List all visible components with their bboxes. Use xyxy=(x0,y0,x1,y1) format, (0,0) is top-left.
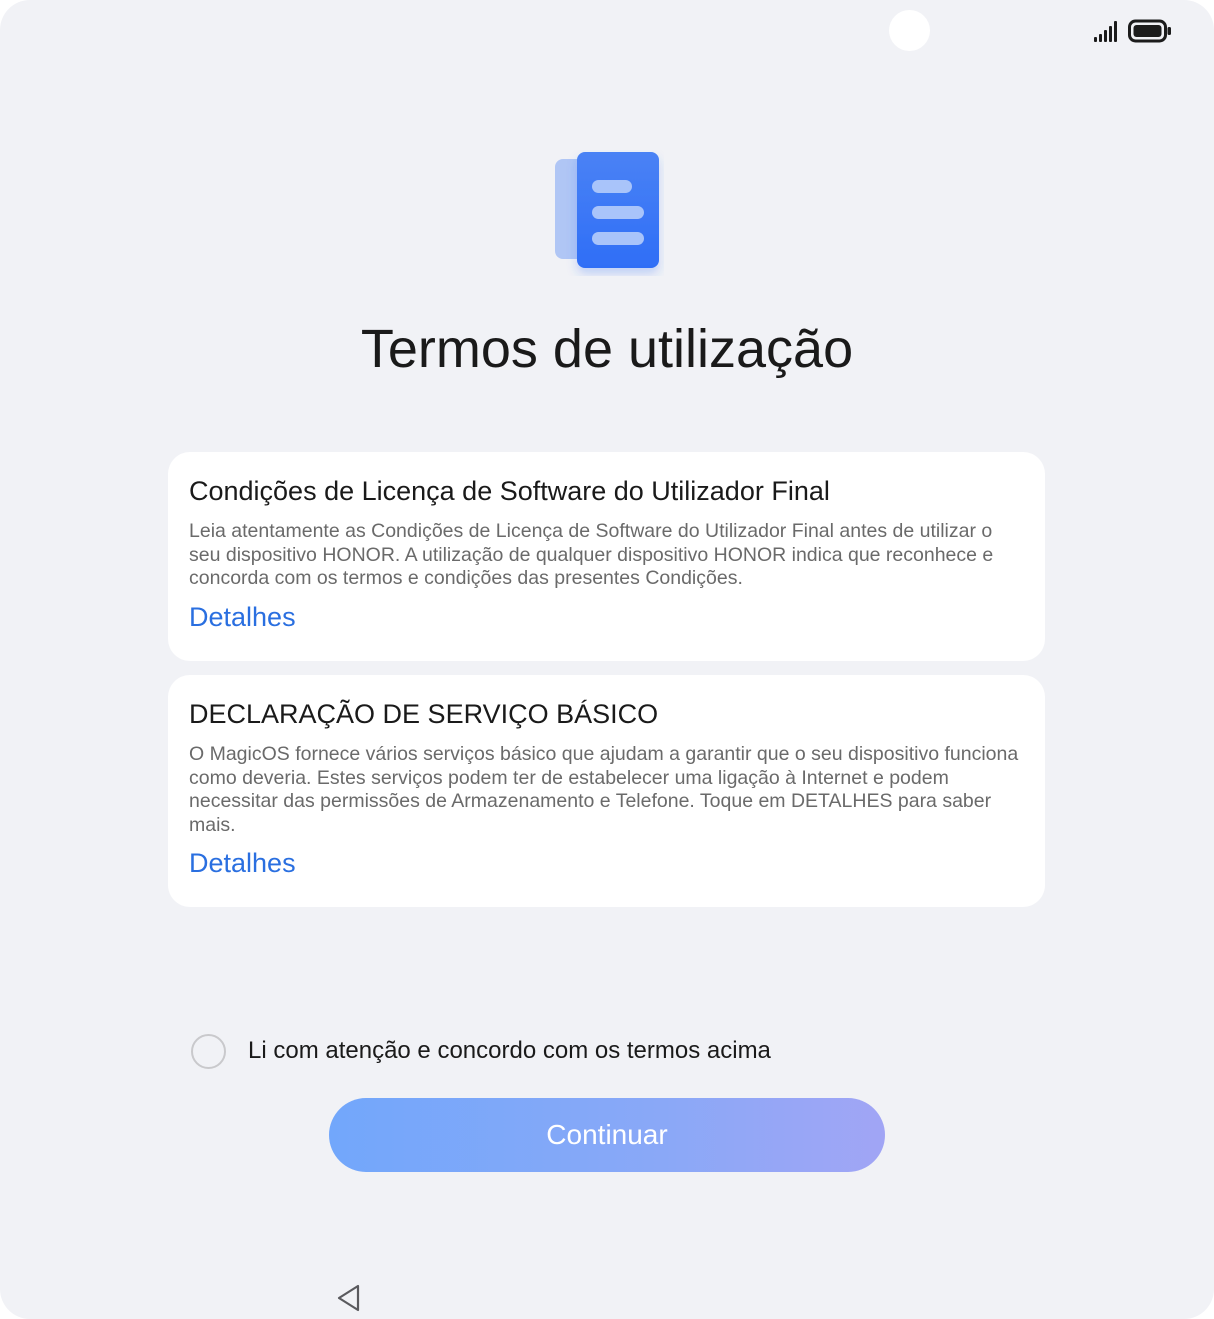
eula-card-title: Condições de Licença de Software do Util… xyxy=(189,476,830,506)
agreement-label[interactable]: Li com atenção e concordo com os termos … xyxy=(248,1037,771,1065)
eula-card: Condições de Licença de Software do Util… xyxy=(168,452,1045,661)
basic-service-card-title: DECLARAÇÃO DE SERVIÇO BÁSICO xyxy=(189,699,659,729)
basic-service-card-description: O MagicOS fornece vários serviços básico… xyxy=(189,743,1019,836)
screen: Termos de utilização Condições de Licenç… xyxy=(0,0,1214,1319)
page-title: Termos de utilização xyxy=(360,319,854,379)
battery-icon xyxy=(1128,19,1171,43)
basic-service-card: DECLARAÇÃO DE SERVIÇO BÁSICO O MagicOS f… xyxy=(168,675,1045,907)
agreement-radio[interactable] xyxy=(191,1033,226,1069)
camera-cutout xyxy=(889,10,930,51)
continue-button[interactable]: Continuar xyxy=(329,1098,885,1172)
document-icon xyxy=(555,152,659,268)
back-triangle-icon[interactable] xyxy=(335,1283,363,1313)
signal-icon xyxy=(1094,21,1117,42)
agreement-row[interactable]: Li com atenção e concordo com os termos … xyxy=(191,1033,771,1069)
eula-card-description: Leia atentamente as Condições de Licença… xyxy=(189,520,994,589)
eula-details-link[interactable]: Detalhes xyxy=(189,600,296,634)
basic-service-details-link[interactable]: Detalhes xyxy=(189,846,296,880)
